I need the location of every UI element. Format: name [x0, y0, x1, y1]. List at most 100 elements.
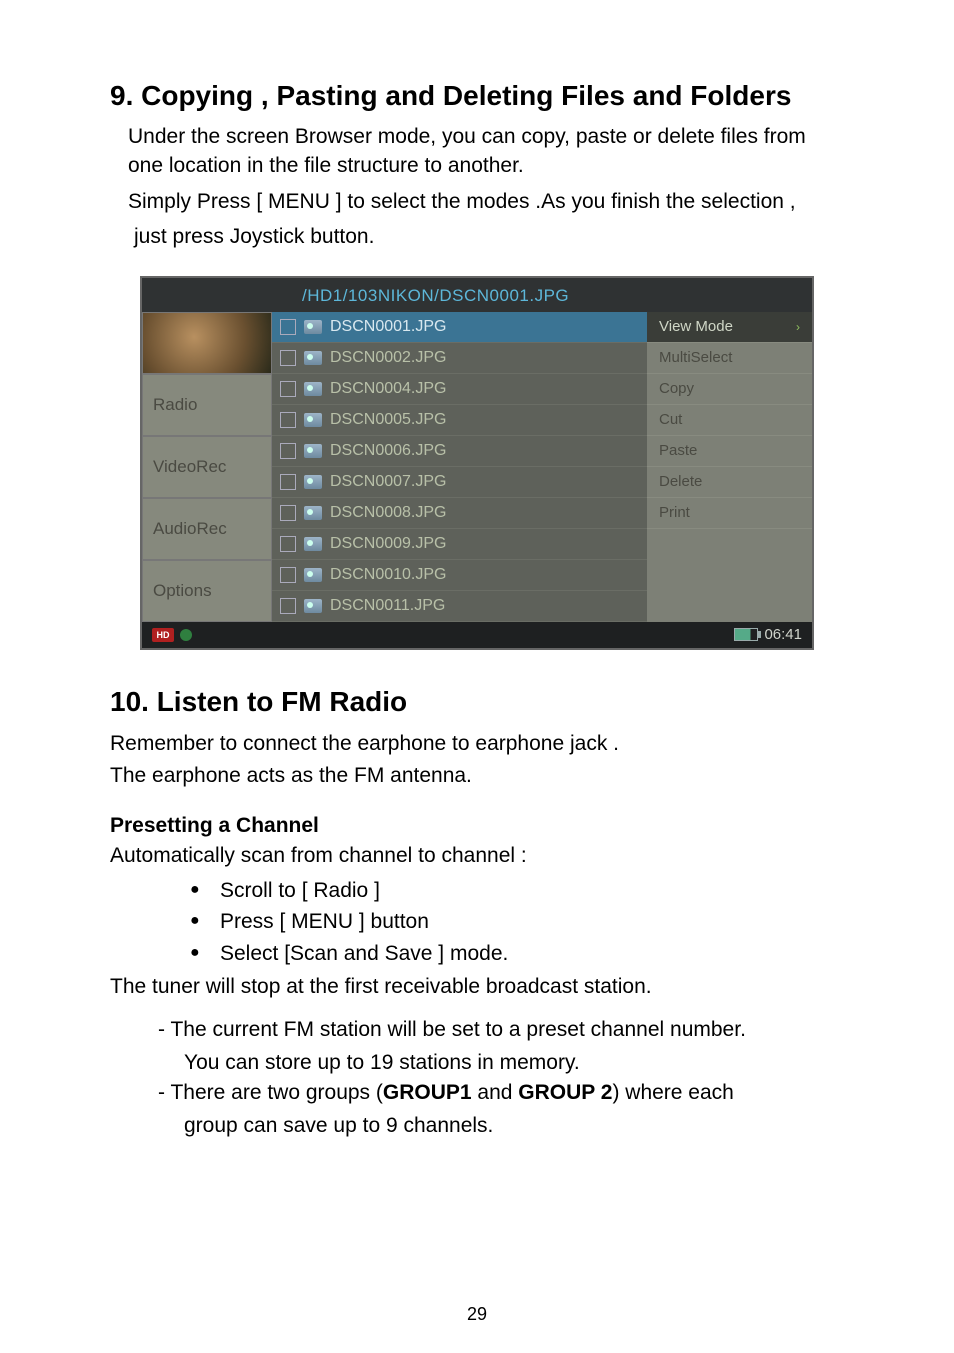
bullet-list: Scroll to [ Radio ] Press [ MENU ] butto… [110, 875, 844, 970]
menu-label: Print [659, 504, 690, 521]
sidebar-item-videorec[interactable]: VideoRec [142, 436, 272, 498]
dash-list: - The current FM station will be set to … [110, 1015, 844, 1141]
status-dot-icon [180, 629, 192, 641]
checkbox-icon[interactable] [280, 319, 296, 335]
hd-icon: HD [152, 628, 174, 642]
context-menu: View Mode › MultiSelect Copy Cut Paste D… [647, 312, 812, 622]
dash-item: - There are two groups (GROUP1 and GROUP… [158, 1078, 844, 1108]
file-name: DSCN0009.JPG [330, 535, 447, 553]
screenshot-body: Radio VideoRec AudioRec Options DSCN0001… [142, 312, 812, 622]
path-bar: /HD1/103NIKON/DSCN0001.JPG [142, 278, 812, 312]
file-row[interactable]: DSCN0008.JPG [272, 498, 647, 529]
sidebar-item-audiorec[interactable]: AudioRec [142, 498, 272, 560]
image-file-icon [304, 351, 322, 365]
dash-text: and [472, 1081, 519, 1104]
menu-label: View Mode [659, 318, 733, 335]
image-file-icon [304, 599, 322, 613]
file-row[interactable]: DSCN0005.JPG [272, 405, 647, 436]
file-row[interactable]: DSCN0007.JPG [272, 467, 647, 498]
file-row[interactable]: DSCN0009.JPG [272, 529, 647, 560]
sidebar-item-label: VideoRec [153, 457, 226, 477]
menu-item-copy[interactable]: Copy [647, 374, 812, 405]
battery-icon [734, 628, 758, 641]
menu-item-print[interactable]: Print [647, 498, 812, 529]
menu-label: Copy [659, 380, 694, 397]
dash-text: - There are two groups ( [158, 1081, 383, 1104]
section-heading-10: 10. Listen to FM Radio [110, 686, 844, 718]
file-name: DSCN0004.JPG [330, 380, 447, 398]
menu-label: Cut [659, 411, 682, 428]
image-file-icon [304, 537, 322, 551]
menu-item-paste[interactable]: Paste [647, 436, 812, 467]
menu-label: Paste [659, 442, 697, 459]
sidebar: Radio VideoRec AudioRec Options [142, 312, 272, 622]
image-file-icon [304, 413, 322, 427]
status-right: 06:41 [734, 626, 802, 643]
intro-paragraph-1: Under the screen Browser mode, you can c… [128, 122, 844, 181]
file-name: DSCN0010.JPG [330, 566, 447, 584]
sidebar-item-radio[interactable]: Radio [142, 374, 272, 436]
checkbox-icon[interactable] [280, 443, 296, 459]
file-row[interactable]: DSCN0010.JPG [272, 560, 647, 591]
image-file-icon [304, 568, 322, 582]
menu-item-cut[interactable]: Cut [647, 405, 812, 436]
intro-paragraph-3: just press Joystick button. [134, 222, 844, 251]
file-row[interactable]: DSCN0002.JPG [272, 343, 647, 374]
sidebar-item-options[interactable]: Options [142, 560, 272, 622]
menu-label: Delete [659, 473, 702, 490]
file-name: DSCN0005.JPG [330, 411, 447, 429]
checkbox-icon[interactable] [280, 505, 296, 521]
chevron-right-icon: › [796, 320, 800, 334]
sidebar-thumbnail[interactable] [142, 312, 272, 374]
bullet-item: Select [Scan and Save ] mode. [190, 938, 844, 970]
menu-item-viewmode[interactable]: View Mode › [647, 312, 812, 343]
image-file-icon [304, 382, 322, 396]
image-file-icon [304, 320, 322, 334]
file-row[interactable]: DSCN0001.JPG [272, 312, 647, 343]
file-name: DSCN0008.JPG [330, 504, 447, 522]
fm-paragraph-2: The earphone acts as the FM antenna. [110, 762, 844, 790]
clock-label: 06:41 [764, 626, 802, 643]
intro-paragraph-2: Simply Press [ MENU ] to select the mode… [128, 187, 844, 216]
subheading-preset: Presetting a Channel [110, 814, 844, 838]
file-name: DSCN0001.JPG [330, 318, 447, 336]
dash-item-cont: You can store up to 19 stations in memor… [158, 1048, 844, 1078]
document-page: 9. Copying , Pasting and Deleting Files … [0, 0, 954, 1353]
fm-paragraph-1: Remember to connect the earphone to earp… [110, 730, 844, 758]
checkbox-icon[interactable] [280, 598, 296, 614]
file-row[interactable]: DSCN0006.JPG [272, 436, 647, 467]
menu-item-delete[interactable]: Delete [647, 467, 812, 498]
file-list: DSCN0001.JPG DSCN0002.JPG DSCN0004.JPG D… [272, 312, 647, 622]
image-file-icon [304, 475, 322, 489]
checkbox-icon[interactable] [280, 350, 296, 366]
checkbox-icon[interactable] [280, 474, 296, 490]
sidebar-item-label: Radio [153, 395, 197, 415]
checkbox-icon[interactable] [280, 536, 296, 552]
section-heading-9: 9. Copying , Pasting and Deleting Files … [110, 80, 844, 112]
dash-item-cont: group can save up to 9 channels. [158, 1111, 844, 1141]
menu-label: MultiSelect [659, 349, 732, 366]
file-name: DSCN0002.JPG [330, 349, 447, 367]
file-name: DSCN0011.JPG [330, 597, 445, 615]
file-row[interactable]: DSCN0011.JPG [272, 591, 647, 622]
dash-item: - The current FM station will be set to … [158, 1015, 844, 1045]
scan-intro: Automatically scan from channel to chann… [110, 842, 844, 870]
bullet-item: Scroll to [ Radio ] [190, 875, 844, 907]
bullet-item: Press [ MENU ] button [190, 906, 844, 938]
group2-label: GROUP 2 [518, 1081, 612, 1104]
page-number: 29 [0, 1304, 954, 1325]
checkbox-icon[interactable] [280, 381, 296, 397]
menu-item-multiselect[interactable]: MultiSelect [647, 343, 812, 374]
file-name: DSCN0006.JPG [330, 442, 447, 460]
checkbox-icon[interactable] [280, 412, 296, 428]
image-file-icon [304, 506, 322, 520]
sidebar-item-label: AudioRec [153, 519, 227, 539]
checkbox-icon[interactable] [280, 567, 296, 583]
image-file-icon [304, 444, 322, 458]
device-screenshot: /HD1/103NIKON/DSCN0001.JPG Radio VideoRe… [140, 276, 814, 650]
file-row[interactable]: DSCN0004.JPG [272, 374, 647, 405]
status-bar: HD 06:41 [142, 622, 812, 648]
dash-text: ) where each [612, 1081, 733, 1104]
file-name: DSCN0007.JPG [330, 473, 447, 491]
tuner-note: The tuner will stop at the first receiva… [110, 973, 844, 1001]
